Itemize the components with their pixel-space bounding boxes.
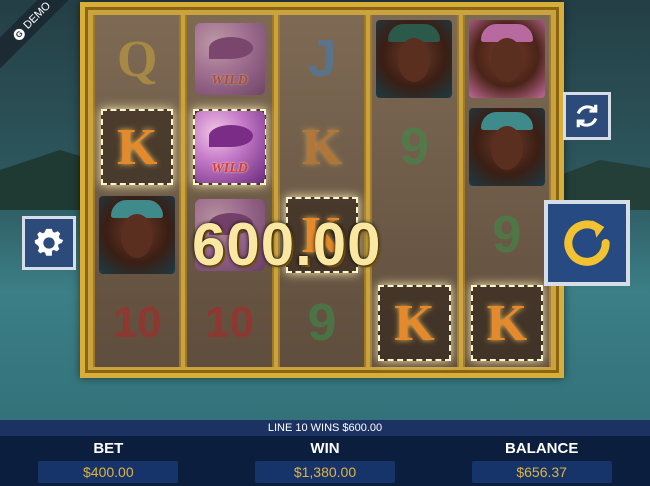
symbol-k: K [394,294,435,352]
reel-cell: 10 [95,279,179,367]
wild-label: WILD [211,161,248,176]
toucan-wild-symbol: WILD [194,23,265,95]
reel-5: 9 K [462,15,552,367]
symbol-9: 9 [307,294,337,352]
settings-button[interactable] [22,216,76,270]
autoplay-button[interactable] [563,92,611,140]
symbol-j: J [307,30,337,88]
symbol-9: 9 [399,118,429,176]
balance-value: $656.37 [471,461,612,483]
demo-badge: G DEMO [0,0,83,72]
bet-panel[interactable]: BET $400.00 [0,436,217,486]
win-value: $1,380.00 [255,461,395,483]
symbol-q: Q [116,30,158,88]
reel-cell: K [280,103,364,191]
bet-value[interactable]: $400.00 [38,461,179,483]
reel-2: WILD WILD 10 [185,15,274,367]
reel-cell-winning: K [95,103,179,191]
gear-icon [34,228,64,256]
woman-portrait-symbol [468,108,545,186]
spin-button[interactable] [544,200,630,286]
bottom-bar: BET $400.00 WIN $1,380.00 BALANCE $656.3… [0,436,650,486]
reel-4: 9 K [370,15,459,367]
reel-cell [372,15,456,103]
symbol-9: 9 [492,206,522,264]
spin-arrow-icon [564,220,610,266]
man-portrait-symbol [376,20,453,98]
win-panel: WIN $1,380.00 [217,436,434,486]
win-message-bar: LINE 10 WINS $600.00 [0,420,650,436]
reel-cell: 9 [465,191,549,279]
toucan-wild-symbol: WILD [194,111,265,183]
balance-label: BALANCE [505,440,579,457]
symbol-10: 10 [205,298,255,347]
reel-cell [465,15,549,103]
woman-portrait-symbol [99,196,176,274]
symbol-k: K [301,118,343,176]
reel-cell-winning: WILD [187,103,271,191]
reel-cell [372,191,456,279]
symbol-k: K [116,118,158,176]
reel-cell: J [280,15,364,103]
reel-cell-winning: K [465,279,549,367]
win-label: WIN [310,440,340,457]
reel-cell: 9 [372,103,456,191]
reel-cell: WILD [187,15,271,103]
wild-label: WILD [211,73,248,88]
reel-frame: Q K 10 WILD WILD 10 J K K 9 9 K 9 K [80,2,564,378]
reel-cell [465,103,549,191]
symbol-10: 10 [112,298,162,347]
woman-portrait-symbol [468,20,545,98]
balance-panel: BALANCE $656.37 [433,436,650,486]
bet-label: BET [93,440,124,457]
reel-cell: 9 [280,279,364,367]
reel-cell: Q [95,15,179,103]
refresh-icon [576,104,598,128]
reel-1: Q K 10 [93,15,182,367]
reel-cell: 10 [187,279,271,367]
reel-area: Q K 10 WILD WILD 10 J K K 9 9 K 9 K [93,15,552,367]
demo-label: DEMO [21,0,54,32]
reel-cell [95,191,179,279]
reel-cell-winning: K [372,279,456,367]
brand-logo-icon: G [11,26,27,42]
symbol-k: K [486,294,528,352]
reel-3: J K K 9 [277,15,367,367]
big-win-amount: 600.00 [192,211,382,278]
